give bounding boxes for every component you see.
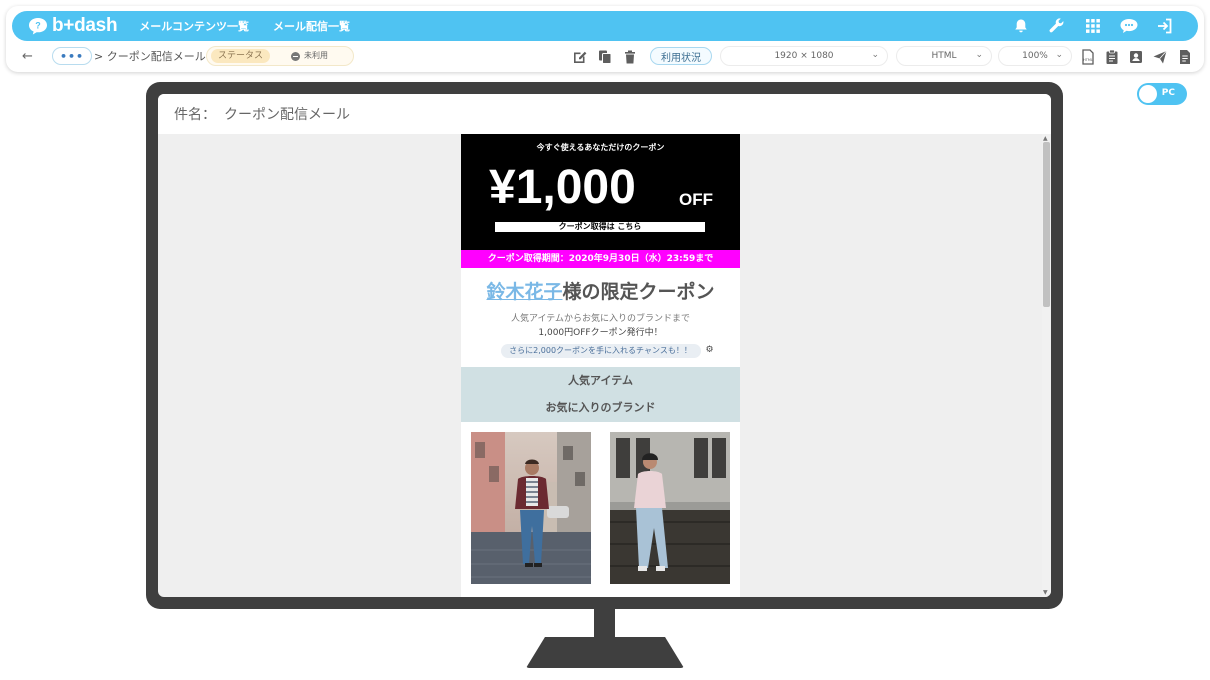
logo-text: b+dash bbox=[52, 15, 118, 36]
device-toggle[interactable]: PC bbox=[1137, 83, 1187, 105]
status-value-text: 未利用 bbox=[304, 51, 328, 60]
html-file-icon[interactable]: HTML bbox=[1080, 49, 1096, 65]
top-nav-bar: ? b+dash メールコンテンツ一覧 メール配信一覧 bbox=[12, 11, 1198, 41]
send-icon[interactable] bbox=[1152, 49, 1168, 65]
get-coupon-link[interactable]: クーポン取得は こちら bbox=[495, 222, 705, 232]
category-popular-items[interactable]: 人気アイテム bbox=[461, 367, 740, 394]
more-options-button[interactable]: ••• bbox=[52, 47, 92, 65]
format-value: HTML bbox=[931, 51, 957, 61]
grid-icon[interactable] bbox=[1082, 15, 1104, 37]
chat-icon[interactable] bbox=[1118, 15, 1140, 37]
email-preview: 今すぐ使えるあなただけのクーポン ¥1,000 OFF クーポン取得は こちら … bbox=[461, 134, 740, 597]
edit-icon[interactable] bbox=[572, 49, 588, 65]
subject-value: クーポン配信メール bbox=[224, 107, 350, 123]
greeting-heading: 鈴木花子様の限定クーポン bbox=[461, 277, 740, 304]
product-image-2[interactable] bbox=[610, 432, 730, 584]
back-button[interactable]: ← bbox=[22, 44, 33, 68]
monitor-stand-neck bbox=[594, 608, 615, 640]
toggle-knob bbox=[1139, 85, 1157, 103]
coupon-price: ¥1,000 bbox=[489, 161, 636, 214]
preview-screen: 件名： クーポン配信メール 今すぐ使えるあなただけのクーポン ¥1,000 OF… bbox=[158, 94, 1051, 597]
app-header: ? b+dash メールコンテンツ一覧 メール配信一覧 ← ••• > クーポン… bbox=[6, 6, 1204, 72]
monitor-stand-base bbox=[526, 637, 684, 668]
resolution-select[interactable]: 1920 × 1080 ⌄ bbox=[720, 46, 888, 66]
greeting-suffix: 様の限定クーポン bbox=[562, 281, 715, 303]
copy-icon[interactable] bbox=[597, 49, 613, 65]
subject-label: 件名： bbox=[174, 107, 216, 123]
preview-scrollbar[interactable]: ▲ ▼ bbox=[1042, 134, 1051, 597]
scroll-down-icon[interactable]: ▼ bbox=[1043, 589, 1048, 596]
gear-icon[interactable]: ⚙ bbox=[706, 345, 714, 355]
status-label: ステータス bbox=[211, 49, 271, 63]
subject-bar: 件名： クーポン配信メール bbox=[158, 94, 1051, 134]
clipboard-icon[interactable] bbox=[1104, 49, 1120, 65]
zoom-value: 100% bbox=[1022, 51, 1048, 61]
toggle-label: PC bbox=[1161, 88, 1175, 98]
desc-line-1: 人気アイテムからお気に入りのブランドまで bbox=[510, 314, 691, 324]
scroll-up-icon[interactable]: ▲ bbox=[1043, 135, 1048, 142]
recipient-name-link[interactable]: 鈴木花子 bbox=[486, 281, 562, 303]
product-caption-1 bbox=[501, 590, 561, 597]
wrench-icon[interactable] bbox=[1046, 15, 1068, 37]
status-value: 未利用 bbox=[291, 49, 328, 63]
svg-text:HTML: HTML bbox=[1083, 58, 1093, 62]
chance-banner: さらに2,000クーポンを手に入れるチャンスも！！ ⚙ bbox=[500, 344, 714, 358]
product-image-1[interactable] bbox=[471, 432, 591, 584]
chevron-down-icon: ⌄ bbox=[975, 50, 983, 60]
nav-mail-contents[interactable]: メールコンテンツ一覧 bbox=[139, 18, 249, 34]
desc-line-2: 1,000円OFFクーポン発行中！ bbox=[538, 328, 663, 338]
coupon-period: クーポン取得期間：2020年9月30日（水）23:59まで bbox=[461, 250, 740, 268]
chevron-down-icon: ⌄ bbox=[1055, 50, 1063, 60]
logo-bubble-icon: ? bbox=[29, 18, 47, 35]
minus-circle-icon bbox=[291, 51, 300, 61]
hero-subtitle: 今すぐ使えるあなただけのクーポン bbox=[536, 143, 665, 152]
coupon-description: 人気アイテムからお気に入りのブランドまで 1,000円OFFクーポン発行中！ bbox=[461, 312, 740, 340]
scroll-thumb[interactable] bbox=[1043, 142, 1050, 307]
format-select[interactable]: HTML ⌄ bbox=[896, 46, 992, 66]
trash-icon[interactable] bbox=[622, 49, 638, 65]
monitor-frame: 件名： クーポン配信メール 今すぐ使えるあなただけのクーポン ¥1,000 OF… bbox=[146, 82, 1063, 609]
chevron-down-icon: ⌄ bbox=[871, 50, 879, 60]
bell-icon[interactable] bbox=[1010, 15, 1032, 37]
product-caption-2 bbox=[641, 590, 701, 597]
category-favorite-brands[interactable]: お気に入りのブランド bbox=[461, 394, 740, 421]
editor-toolbar: ← ••• > クーポン配信メール ステータス 未利用 利用状況 1920 × … bbox=[6, 44, 1204, 68]
usage-status-button[interactable]: 利用状況 bbox=[650, 47, 712, 65]
chance-text[interactable]: さらに2,000クーポンを手に入れるチャンスも！！ bbox=[500, 344, 701, 358]
category-menu: 人気アイテム お気に入りのブランド bbox=[461, 367, 740, 422]
top-icon-group bbox=[996, 15, 1176, 37]
status-badge: ステータス 未利用 bbox=[206, 46, 354, 66]
contact-icon[interactable] bbox=[1128, 49, 1144, 65]
resolution-value: 1920 × 1080 bbox=[774, 51, 834, 61]
brand-logo[interactable]: ? b+dash bbox=[28, 15, 118, 37]
coupon-off-label: OFF bbox=[679, 190, 713, 209]
product-grid bbox=[461, 422, 740, 597]
nav-mail-deliveries[interactable]: メール配信一覧 bbox=[273, 18, 350, 34]
document-icon[interactable] bbox=[1177, 49, 1193, 65]
breadcrumb: > クーポン配信メール bbox=[94, 50, 206, 63]
coupon-hero: 今すぐ使えるあなただけのクーポン ¥1,000 OFF クーポン取得は こちら bbox=[461, 134, 740, 250]
zoom-select[interactable]: 100% ⌄ bbox=[998, 46, 1072, 66]
logout-icon[interactable] bbox=[1154, 15, 1176, 37]
svg-text:?: ? bbox=[35, 21, 41, 31]
